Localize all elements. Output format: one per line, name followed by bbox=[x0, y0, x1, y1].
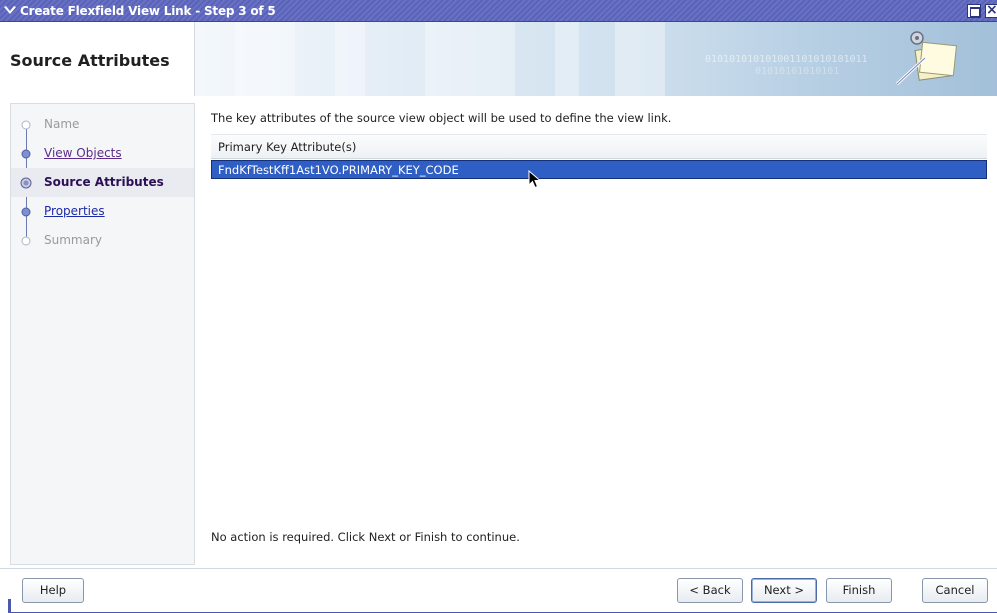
next-button-label: Next > bbox=[763, 583, 805, 597]
finish-button[interactable]: Finish bbox=[826, 578, 892, 603]
cancel-button[interactable]: Cancel bbox=[922, 578, 988, 603]
help-button[interactable]: Help bbox=[22, 578, 84, 603]
cancel-button-label: Cancel bbox=[935, 583, 975, 597]
wizard-steps-nav: Name View Objects Source Attributes Prop… bbox=[10, 103, 195, 565]
step-current-icon bbox=[20, 177, 32, 189]
column-header-label: Primary Key Attribute(s) bbox=[218, 140, 357, 154]
back-button[interactable]: < Back bbox=[677, 578, 743, 603]
main-content: The key attributes of the source view ob… bbox=[200, 96, 997, 566]
step-pending-icon bbox=[21, 207, 31, 217]
intro-text: The key attributes of the source view ob… bbox=[211, 111, 672, 125]
maximize-icon[interactable] bbox=[967, 4, 981, 18]
step-view-objects[interactable]: View Objects bbox=[11, 139, 194, 168]
step-label[interactable]: View Objects bbox=[44, 146, 122, 161]
finish-button-label: Finish bbox=[842, 583, 876, 597]
step-label: Summary bbox=[44, 233, 102, 247]
help-button-label: Help bbox=[39, 583, 67, 597]
step-done-icon bbox=[21, 149, 31, 159]
wizard-gear-icon bbox=[895, 31, 958, 86]
step-name: Name bbox=[11, 110, 194, 139]
header-banner: 010101010101001101010101011 010101010101… bbox=[195, 22, 997, 96]
page-title: Source Attributes bbox=[10, 51, 170, 70]
table-cell: FndKfTestKff1Ast1VO.PRIMARY_KEY_CODE bbox=[218, 163, 459, 177]
table-row[interactable]: FndKfTestKff1Ast1VO.PRIMARY_KEY_CODE bbox=[211, 160, 987, 179]
banner-binary-text-2: 01010101010101 bbox=[755, 66, 840, 77]
column-header[interactable]: Primary Key Attribute(s) bbox=[211, 134, 987, 159]
step-properties[interactable]: Properties bbox=[11, 197, 194, 226]
title-bar[interactable]: Create Flexfield View Link - Step 3 of 5 bbox=[0, 0, 997, 22]
back-button-label: < Back bbox=[689, 583, 731, 597]
primary-key-table[interactable]: Primary Key Attribute(s) FndKfTestKff1As… bbox=[211, 134, 987, 529]
heading-box: Source Attributes bbox=[0, 22, 195, 96]
banner-binary-text: 010101010101001101010101011 bbox=[705, 54, 868, 65]
step-summary: Summary bbox=[11, 226, 194, 255]
step-empty-icon bbox=[21, 120, 31, 130]
step-source-attributes: Source Attributes bbox=[11, 168, 194, 197]
mouse-cursor-icon bbox=[528, 170, 542, 189]
wizard-header: Source Attributes 0101010101010011010101… bbox=[0, 22, 997, 96]
step-empty-icon bbox=[21, 236, 31, 246]
hint-text: No action is required. Click Next or Fin… bbox=[211, 530, 520, 544]
close-icon[interactable] bbox=[985, 2, 997, 18]
chevron-down-icon[interactable] bbox=[3, 3, 17, 17]
window-title: Create Flexfield View Link - Step 3 of 5 bbox=[20, 4, 276, 18]
wizard-footer: Help < Back Next > Finish Cancel bbox=[0, 568, 997, 613]
step-label: Name bbox=[44, 117, 80, 131]
step-label: Source Attributes bbox=[44, 175, 164, 189]
step-label[interactable]: Properties bbox=[44, 204, 105, 219]
next-button[interactable]: Next > bbox=[751, 578, 817, 603]
